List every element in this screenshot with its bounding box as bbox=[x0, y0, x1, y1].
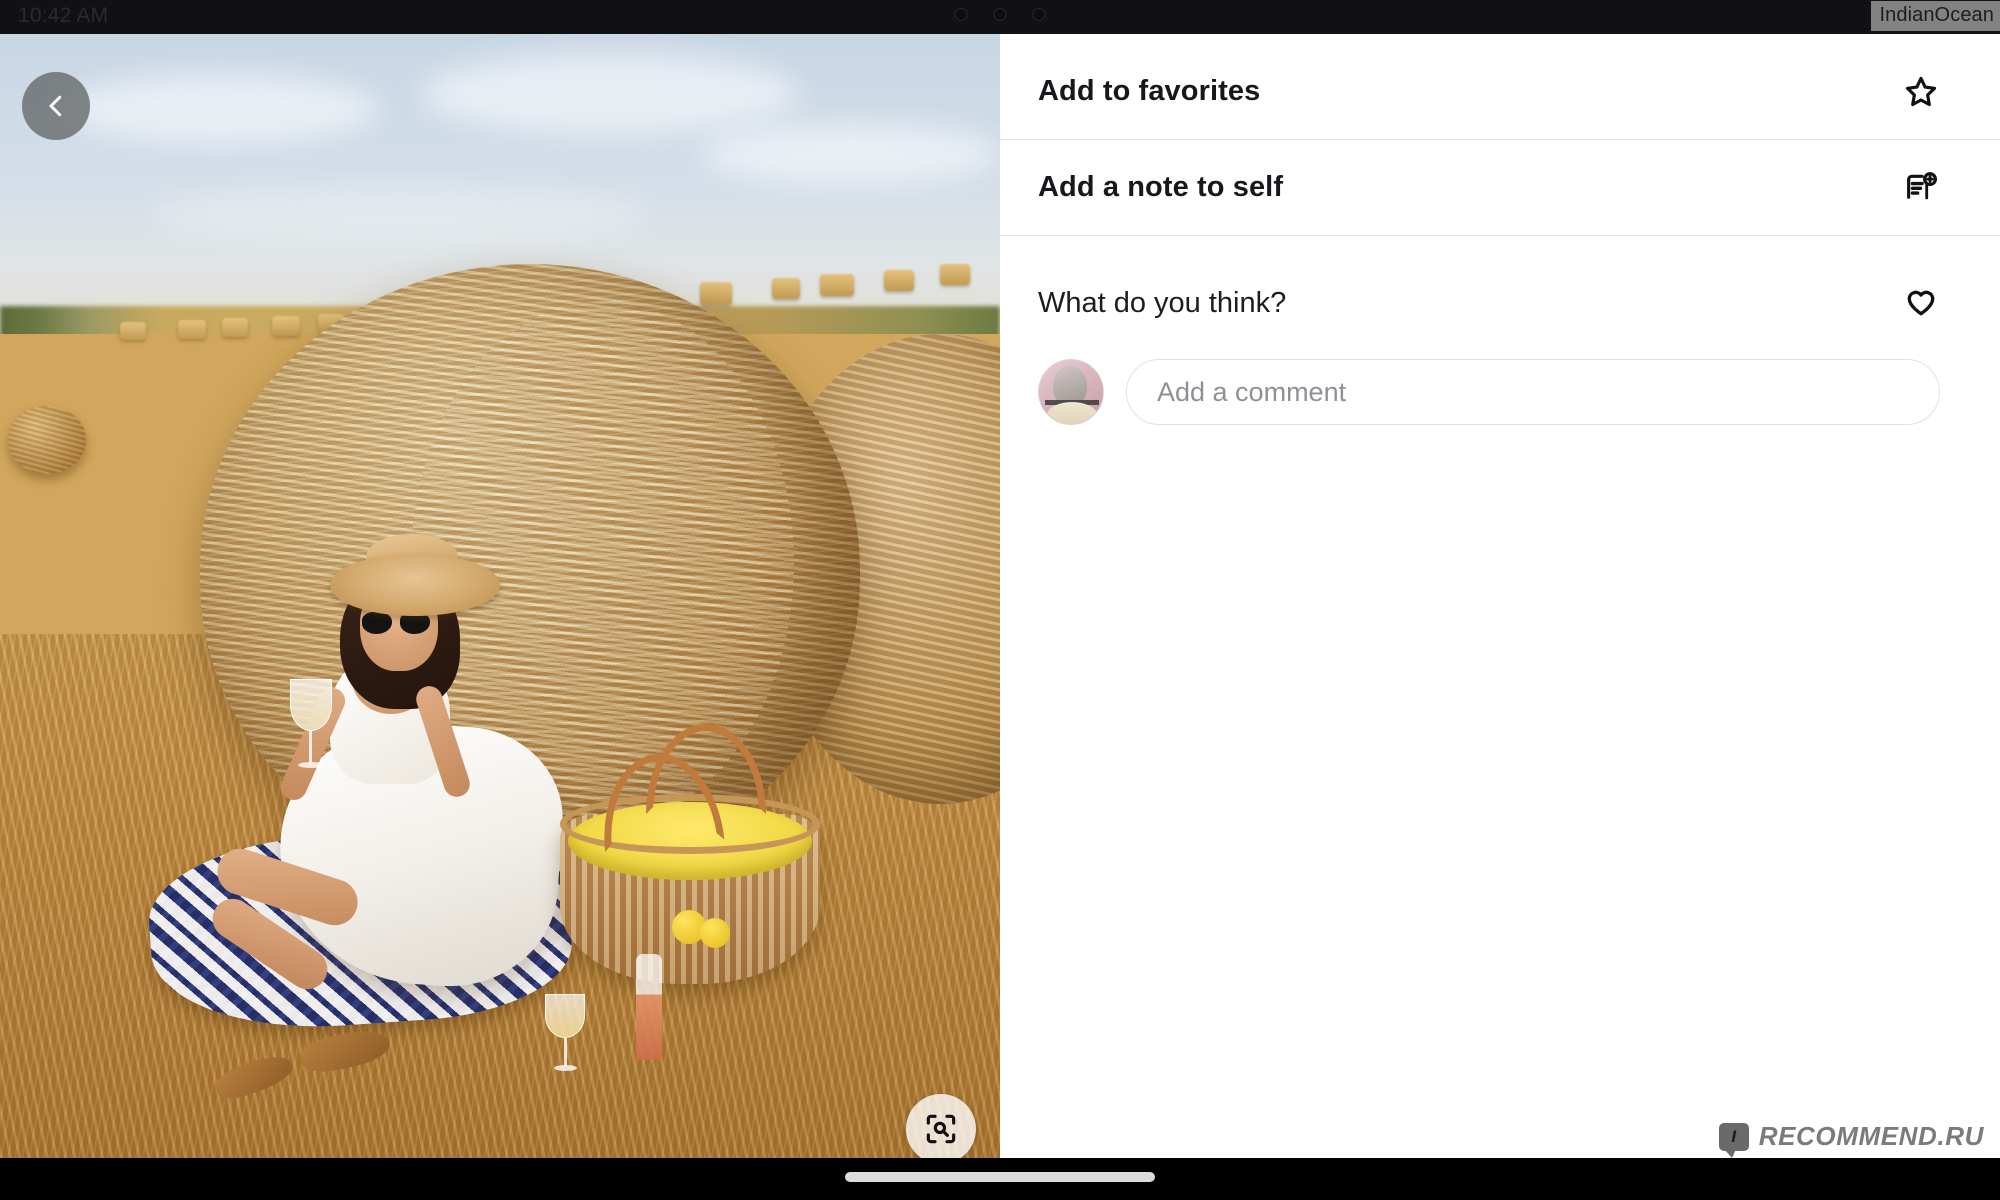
home-gesture-pill[interactable] bbox=[845, 1172, 1155, 1182]
visual-search-button[interactable] bbox=[906, 1094, 976, 1158]
carrier-name-label: IndianOcean bbox=[1871, 1, 2000, 31]
device-screen: 10:42 AM IndianOcean Add to favorites Ad… bbox=[0, 0, 2000, 1200]
photo-hay-bale-distant bbox=[940, 264, 970, 285]
menu-item-add-to-favorites[interactable]: Add to favorites bbox=[1000, 44, 2000, 140]
watermark: I RECOMMEND.RU bbox=[1718, 1121, 1984, 1158]
visual-search-icon bbox=[926, 1114, 956, 1144]
note-add-icon bbox=[1902, 169, 1940, 207]
star-outline-icon bbox=[1902, 73, 1940, 111]
photo-woman-straw-hat bbox=[330, 554, 500, 616]
camera-dot bbox=[1032, 8, 1046, 21]
menu-item-label: Add to favorites bbox=[1038, 75, 1261, 107]
camera-dot bbox=[954, 8, 968, 21]
content-area: Add to favorites Add a note to self What… bbox=[0, 34, 2000, 1158]
watermark-text: RECOMMEND.RU bbox=[1758, 1121, 1984, 1151]
photo-hay-bale-distant bbox=[700, 282, 732, 305]
system-navigation-bar bbox=[0, 1158, 2000, 1200]
comment-section: What do you think? Add a comment bbox=[1000, 236, 2000, 425]
photo-hay-bale-distant bbox=[178, 320, 206, 339]
comment-input[interactable]: Add a comment bbox=[1126, 359, 1940, 425]
avatar[interactable] bbox=[1038, 359, 1104, 425]
photo-wine-glass-second bbox=[545, 994, 585, 1074]
photo-hay-bale-distant bbox=[884, 270, 914, 291]
status-bar: 10:42 AM IndianOcean bbox=[0, 0, 2000, 34]
photo-hay-bale-distant bbox=[272, 316, 300, 336]
comment-header: What do you think? bbox=[1038, 282, 1940, 325]
photo-hay-bale-distant bbox=[222, 318, 248, 337]
scrolled-row-clipped bbox=[1000, 34, 2000, 44]
comment-input-placeholder: Add a comment bbox=[1157, 376, 1347, 407]
chevron-left-icon bbox=[49, 95, 62, 117]
photo-hay-bale-distant bbox=[820, 274, 854, 296]
photo-basket-pompom bbox=[700, 918, 730, 948]
camera-indicator-dots bbox=[954, 8, 1046, 21]
photo-wine-bottle bbox=[636, 954, 662, 1060]
comment-input-row: Add a comment bbox=[1038, 359, 1940, 425]
back-button[interactable] bbox=[22, 72, 90, 140]
menu-item-add-note-to-self[interactable]: Add a note to self bbox=[1000, 140, 2000, 236]
watermark-badge-icon: I bbox=[1718, 1122, 1749, 1158]
heart-outline-icon[interactable] bbox=[1902, 282, 1940, 325]
photo-wine-glass bbox=[288, 679, 334, 771]
photo-hay-bale-distant bbox=[772, 278, 800, 299]
camera-dot bbox=[993, 8, 1007, 21]
menu-item-label: Add a note to self bbox=[1038, 171, 1284, 203]
details-panel: Add to favorites Add a note to self What… bbox=[1000, 34, 2000, 1158]
comment-prompt-label: What do you think? bbox=[1038, 287, 1287, 319]
photo-viewer[interactable] bbox=[0, 34, 1000, 1158]
photo-hay-bale-distant bbox=[120, 322, 146, 340]
watermark-badge-letter: I bbox=[1731, 1126, 1737, 1146]
status-bar-time: 10:42 AM bbox=[18, 4, 109, 27]
photo-hay-bale-mid bbox=[8, 406, 86, 474]
